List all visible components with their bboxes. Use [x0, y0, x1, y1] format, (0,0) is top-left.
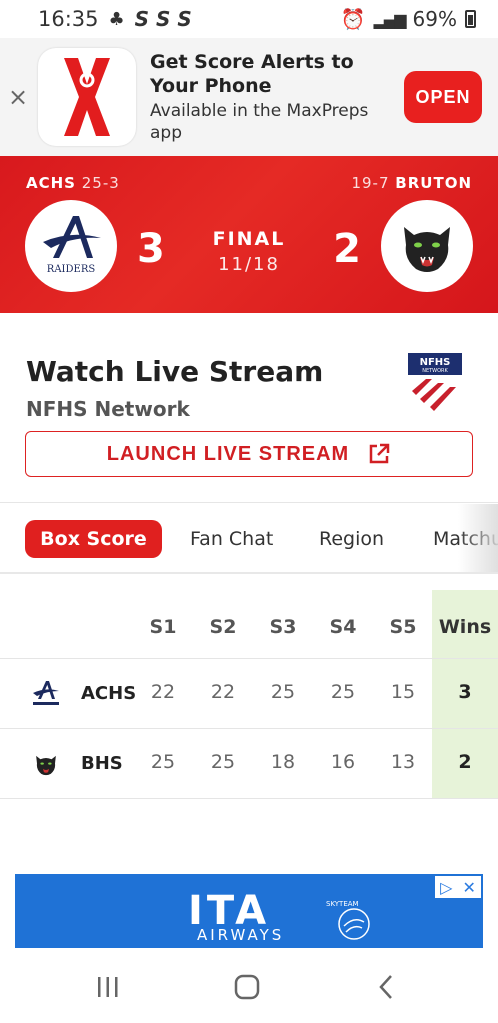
alarm-icon: ⏰: [340, 7, 366, 31]
external-link-icon: [369, 443, 390, 464]
set-score: 22: [150, 681, 176, 703]
header-s2: S2: [209, 616, 237, 638]
set-score: 25: [210, 751, 236, 773]
ad-choices-close[interactable]: ▷ ✕: [435, 876, 481, 898]
ad-banner[interactable]: ▷ ✕ ITA AIRWAYS SKYTEAM: [15, 874, 483, 948]
stream-title: Watch Live Stream: [26, 355, 324, 388]
panther-icon: [404, 227, 450, 272]
home-icon: [234, 974, 260, 1000]
table-row[interactable]: BHS 25 25 18 16 13 2: [0, 729, 498, 799]
wins-value: 3: [458, 681, 472, 703]
away-score: 2: [333, 226, 361, 272]
set-score: 18: [270, 751, 296, 773]
launch-label: LAUNCH LIVE STREAM: [106, 442, 350, 465]
live-stream-section: Watch Live Stream NFHS Network NFHS NETW…: [0, 313, 498, 503]
team-name: BHS: [81, 753, 123, 774]
away-team-label[interactable]: 19-7 BRUTON: [351, 174, 472, 192]
status-bar: 16:35 ♣ S S S ⏰ ▂▄▆ 69%: [0, 0, 498, 38]
wins-value: 2: [458, 751, 472, 773]
header-s1: S1: [149, 616, 177, 638]
tab-box-score[interactable]: Box Score: [25, 520, 162, 558]
close-banner-button[interactable]: ×: [0, 83, 36, 111]
status-indicators: S S S: [134, 7, 192, 31]
app-install-banner: × Get Score Alerts to Your Phone Availab…: [0, 38, 498, 156]
bhs-logo: [26, 747, 66, 781]
tab-scroll-fade: [458, 504, 498, 572]
ad-brand-logo: ITA: [188, 888, 271, 934]
ad-brand-sub: AIRWAYS: [197, 926, 285, 944]
ad-choices-icon: ▷: [440, 877, 453, 897]
nfhs-network-logo: NFHS NETWORK: [408, 353, 462, 415]
home-team-record: 25-3: [81, 174, 120, 192]
set-score: 25: [270, 681, 296, 703]
recent-apps-button[interactable]: [88, 972, 128, 1002]
signal-icon: ▂▄▆: [373, 9, 407, 29]
launch-live-stream-button[interactable]: LAUNCH LIVE STREAM: [25, 431, 473, 477]
set-score: 22: [210, 681, 236, 703]
header-wins: Wins: [438, 616, 492, 638]
recent-apps-icon: [98, 977, 118, 997]
tab-fan-chat[interactable]: Fan Chat: [190, 520, 273, 558]
tab-bar: Box Score Fan Chat Region Matchu: [0, 504, 498, 574]
scoreboard: ACHS 25-3 19-7 BRUTON RAIDERS 3 FINAL 11…: [0, 156, 498, 313]
header-s5: S5: [389, 616, 417, 638]
svg-text:NFHS: NFHS: [420, 357, 451, 368]
banner-title: Get Score Alerts to Your Phone: [150, 51, 354, 97]
close-icon: ✕: [462, 877, 476, 897]
svg-text:SKYTEAM: SKYTEAM: [326, 900, 359, 908]
away-team-logo[interactable]: [381, 200, 473, 292]
set-score: 16: [330, 751, 356, 773]
home-button[interactable]: [227, 972, 267, 1002]
away-team-record: 19-7: [351, 174, 390, 192]
status-time: 16:35: [38, 7, 99, 31]
stream-provider: NFHS Network: [26, 397, 190, 421]
header-s4: S4: [329, 616, 357, 638]
set-score: 25: [330, 681, 356, 703]
set-score: 15: [390, 681, 416, 703]
home-team-abbr: ACHS: [26, 174, 76, 192]
away-team-abbr: BRUTON: [395, 174, 472, 192]
battery-icon: [465, 10, 476, 28]
back-button[interactable]: [366, 972, 406, 1002]
open-app-button[interactable]: OPEN: [404, 71, 482, 123]
team-name: ACHS: [81, 683, 137, 704]
battery-percent: 69%: [412, 7, 457, 31]
table-row[interactable]: ACHS 22 22 25 25 15 3: [0, 659, 498, 729]
set-score: 25: [150, 751, 176, 773]
banner-subtitle: Available in the MaxPreps app: [150, 101, 369, 143]
tab-region[interactable]: Region: [319, 520, 384, 558]
svg-text:NETWORK: NETWORK: [422, 368, 448, 374]
achs-logo: [26, 677, 66, 711]
notification-icon: ♣: [108, 8, 125, 30]
maxpreps-app-icon: [38, 48, 136, 146]
set-score: 13: [390, 751, 416, 773]
table-header-row: S1 S2 S3 S4 S5 Wins: [0, 590, 498, 659]
android-nav-bar: [0, 948, 498, 1023]
back-icon: [379, 975, 392, 999]
skyteam-logo: SKYTEAM: [326, 900, 370, 940]
header-s3: S3: [269, 616, 297, 638]
box-score-table: S1 S2 S3 S4 S5 Wins ACHS 22 22 25 25 15 …: [0, 590, 498, 800]
home-team-label[interactable]: ACHS 25-3: [26, 174, 120, 192]
